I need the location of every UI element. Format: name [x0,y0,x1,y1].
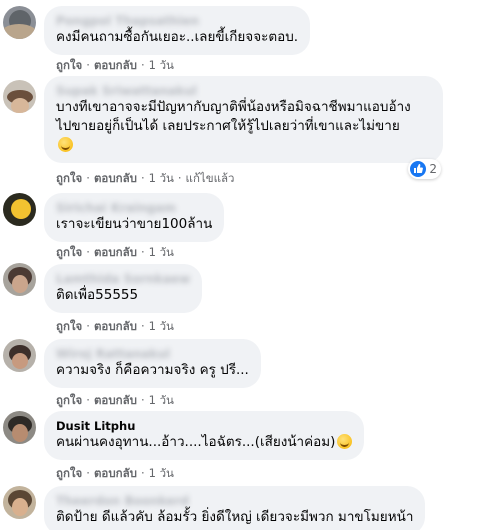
comment-text: คงมีคนถามซื้อกันเยอะ..เลยขี้เกียจจะตอบ. [56,29,299,45]
comment-bubble: Theerdon Boonkerd ติดป้าย ดีแล้วคับ ล้อม… [44,486,426,530]
comment-author[interactable]: Supak Sriwattanakul [56,84,431,98]
comment-actions: ถูกใจ · ตอบกลับ · 1 วัน [56,319,174,333]
reply-link[interactable]: ตอบกลับ [94,466,137,480]
avatar[interactable] [3,263,36,296]
comment-author[interactable]: Dusit Litphu [56,419,352,433]
like-link[interactable]: ถูกใจ [56,171,82,185]
comment-timestamp[interactable]: 1 วัน [149,245,174,259]
comment-actions: ถูกใจ · ตอบกลับ · 1 วัน [56,393,174,407]
comment-bubble: Sirichai Kraingam เราจะเขียนว่าขาย100ล้า… [44,193,225,242]
avatar[interactable] [3,411,36,444]
comment-bubble: Dusit Litphu คนผ่านคงอุทาน...อ้าว....ไอฉ… [44,411,365,460]
reply-link[interactable]: ตอบกลับ [94,245,137,259]
comment-timestamp[interactable]: 1 วัน [149,393,174,407]
avatar[interactable] [3,193,36,226]
comment-actions: ถูกใจ · ตอบกลับ · 1 วัน [56,58,174,72]
comment-timestamp[interactable]: 1 วัน [149,58,174,72]
comment-author[interactable]: Pongpol Thapsathien [56,14,298,28]
comment-actions: ถูกใจ · ตอบกลับ · 1 วัน · แก้ไขแล้ว [56,171,235,185]
comment-author[interactable]: Sirichai Kraingam [56,201,212,215]
comment-bubble: Supak Sriwattanakul บางทีเขาอาจจะมีปัญหา… [44,76,443,163]
comment-bubble: Lamthida Sornkaew ติดเพื่อ55555 [44,264,203,313]
grinning-emoji-icon [58,137,73,152]
comment-text: ติดเพื่อ55555 [56,287,139,303]
comment-bubble: Pongpol Thapsathien คงมีคนถามซื้อกันเยอะ… [44,6,311,55]
comment-actions: ถูกใจ · ตอบกลับ · 1 วัน [56,245,174,259]
grinning-emoji-icon [337,434,353,449]
edited-label[interactable]: แก้ไขแล้ว [186,171,235,185]
reply-link[interactable]: ตอบกลับ [94,58,137,72]
like-link[interactable]: ถูกใจ [56,58,82,72]
comment-timestamp[interactable]: 1 วัน [149,171,174,185]
reaction-count: 2 [429,162,437,176]
comment-author[interactable]: Wiroj Rattanakul [56,347,249,361]
like-reaction-icon [410,161,427,177]
reply-link[interactable]: ตอบกลับ [94,171,137,185]
comment-text: คนผ่านคงอุทาน...อ้าว....ไอฉัตร...(เสียงน… [56,433,353,452]
comment-timestamp[interactable]: 1 วัน [149,319,174,333]
avatar[interactable] [3,339,36,372]
comment-text: เราจะเขียนว่าขาย100ล้าน [56,216,213,232]
avatar[interactable] [3,486,36,519]
like-link[interactable]: ถูกใจ [56,393,82,407]
comment-bubble: Wiroj Rattanakul ความจริง ก็คือความจริง … [44,339,261,388]
reply-link[interactable]: ตอบกลับ [94,393,137,407]
reaction-summary[interactable]: 2 [408,159,441,179]
comment-text: ติดป้าย ดีแล้วคับ ล้อมรั้ว ยิ่งดีใหญ่ เด… [56,509,414,525]
like-link[interactable]: ถูกใจ [56,245,82,259]
like-link[interactable]: ถูกใจ [56,319,82,333]
comment-author[interactable]: Lamthida Sornkaew [56,272,190,286]
comment-timestamp[interactable]: 1 วัน [149,466,174,480]
avatar[interactable] [3,6,36,39]
comment-text: ความจริง ก็คือความจริง ครู ปรี... [56,362,249,378]
reply-link[interactable]: ตอบกลับ [94,319,137,333]
like-link[interactable]: ถูกใจ [56,466,82,480]
comment-author[interactable]: Theerdon Boonkerd [56,494,413,508]
comment-actions: ถูกใจ · ตอบกลับ · 1 วัน [56,466,174,480]
comment-text: บางทีเขาอาจจะมีปัญหากับญาติพี่น้องหรือมิ… [56,98,431,155]
avatar[interactable] [3,80,36,113]
